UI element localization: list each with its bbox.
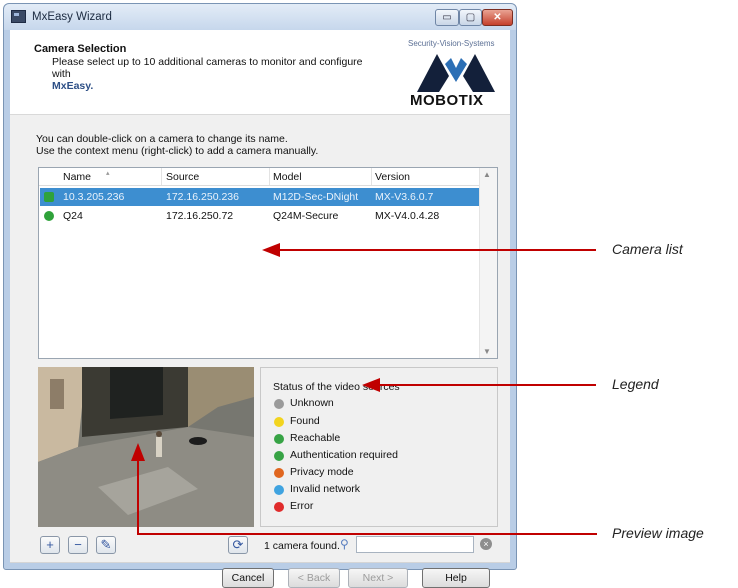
camera-list-header: Name ▴ Source Model Version xyxy=(39,168,481,186)
camera-model: M12D-Sec-DNight xyxy=(273,191,359,203)
courtyard-photo xyxy=(38,367,254,527)
status-unknown-icon xyxy=(274,399,284,409)
legend-label: Authentication required xyxy=(290,449,398,461)
camera-name: Q24 xyxy=(63,210,83,222)
edit-camera-button[interactable]: ✎ xyxy=(96,536,116,554)
page-title: Camera Selection xyxy=(34,43,127,55)
legend-label: Invalid network xyxy=(290,483,361,495)
window-title: MxEasy Wizard xyxy=(32,11,112,23)
camera-name: 10.3.205.236 xyxy=(63,191,125,203)
legend-label: Privacy mode xyxy=(290,466,354,478)
scroll-down-icon[interactable]: ▼ xyxy=(483,347,491,356)
legend-annotation: Legend xyxy=(612,376,659,392)
list-scrollbar[interactable]: ▲ ▼ xyxy=(479,168,497,358)
preview-arrow-vertical xyxy=(137,461,139,535)
wizard-window: MxEasy Wizard ▭ ▢ ✕ Camera Selection Ple… xyxy=(3,3,517,588)
column-header-model[interactable]: Model xyxy=(273,171,302,183)
close-button[interactable]: ✕ xyxy=(482,9,513,26)
description-text: Please select up to 10 additional camera… xyxy=(52,56,363,80)
legend-label: Reachable xyxy=(290,432,341,444)
column-header-name[interactable]: Name xyxy=(63,171,91,183)
divider xyxy=(10,562,510,563)
camera-version: MX-V3.6.0.7 xyxy=(375,191,434,203)
scroll-up-icon[interactable]: ▲ xyxy=(483,170,491,179)
column-separator[interactable] xyxy=(371,168,372,185)
camera-version: MX-V4.0.4.28 xyxy=(375,210,440,222)
camera-list-arrow xyxy=(278,249,596,251)
page-description: Please select up to 10 additional camera… xyxy=(52,56,372,92)
status-icon xyxy=(44,192,54,202)
preview-image xyxy=(38,367,254,527)
camera-source: 172.16.250.236 xyxy=(166,191,239,203)
status-invalid-network-icon xyxy=(274,485,284,495)
app-icon xyxy=(11,10,26,23)
mobotix-logo-icon xyxy=(417,54,495,92)
column-header-source[interactable]: Source xyxy=(166,171,199,183)
arrow-head-icon xyxy=(262,243,280,257)
instruction-line: You can double-click on a camera to chan… xyxy=(36,133,288,145)
arrow-head-icon xyxy=(131,443,145,461)
column-separator[interactable] xyxy=(161,168,162,185)
search-input[interactable] xyxy=(356,536,474,553)
maximize-button[interactable]: ▢ xyxy=(459,9,482,26)
logo-text: MOBOTIX xyxy=(410,92,484,109)
camera-list-annotation: Camera list xyxy=(612,241,683,257)
status-error-icon xyxy=(274,502,284,512)
status-authentication-lock-icon xyxy=(274,451,284,461)
legend-title: Status of the video sources xyxy=(273,381,400,393)
legend-arrow xyxy=(378,384,596,386)
instructions: You can double-click on a camera to chan… xyxy=(36,133,318,157)
legend-label: Found xyxy=(290,415,320,427)
column-separator[interactable] xyxy=(269,168,270,185)
camera-row[interactable]: 10.3.205.236 172.16.250.236 M12D-Sec-DNi… xyxy=(40,188,481,206)
add-camera-button[interactable]: + xyxy=(40,536,60,554)
search-cameras-button[interactable]: ⟳ xyxy=(228,536,248,554)
brand-name: MxEasy. xyxy=(52,80,94,92)
cancel-button[interactable]: Cancel xyxy=(222,568,274,588)
back-button[interactable]: < Back xyxy=(288,568,340,588)
camera-source: 172.16.250.72 xyxy=(166,210,234,222)
camera-model: Q24M-Secure xyxy=(273,210,339,222)
column-header-version[interactable]: Version xyxy=(375,171,410,183)
camera-row[interactable]: Q24 172.16.250.72 Q24M-Secure MX-V4.0.4.… xyxy=(40,207,481,225)
wizard-header: Camera Selection Please select up to 10 … xyxy=(10,30,510,115)
status-reachable-icon xyxy=(274,434,284,444)
wizard-client-area: Camera Selection Please select up to 10 … xyxy=(10,30,510,588)
cameras-found-status: 1 camera found. xyxy=(264,540,340,552)
legend-label: Error xyxy=(290,500,314,512)
preview-annotation: Preview image xyxy=(612,525,704,541)
preview-arrow xyxy=(137,533,597,535)
minimize-button[interactable]: ▭ xyxy=(435,9,459,26)
help-button[interactable]: Help xyxy=(422,568,490,588)
legend-label: Unknown xyxy=(290,397,334,409)
status-privacy-lock-icon xyxy=(274,468,284,478)
clear-search-icon[interactable]: × xyxy=(480,538,492,550)
instruction-line: Use the context menu (right-click) to ad… xyxy=(36,145,319,157)
arrow-head-icon xyxy=(362,378,380,392)
logo-tagline: Security-Vision-Systems xyxy=(408,39,495,48)
next-button[interactable]: Next > xyxy=(348,568,408,588)
status-icon xyxy=(44,211,54,221)
remove-camera-button[interactable]: − xyxy=(68,536,88,554)
sort-arrow-icon: ▴ xyxy=(106,170,110,177)
status-found-icon xyxy=(274,417,284,427)
title-bar[interactable]: MxEasy Wizard ▭ ▢ ✕ xyxy=(4,4,516,30)
camera-list[interactable]: Name ▴ Source Model Version 10.3.205.236… xyxy=(38,167,498,359)
search-icon: ⚲ xyxy=(340,537,349,551)
